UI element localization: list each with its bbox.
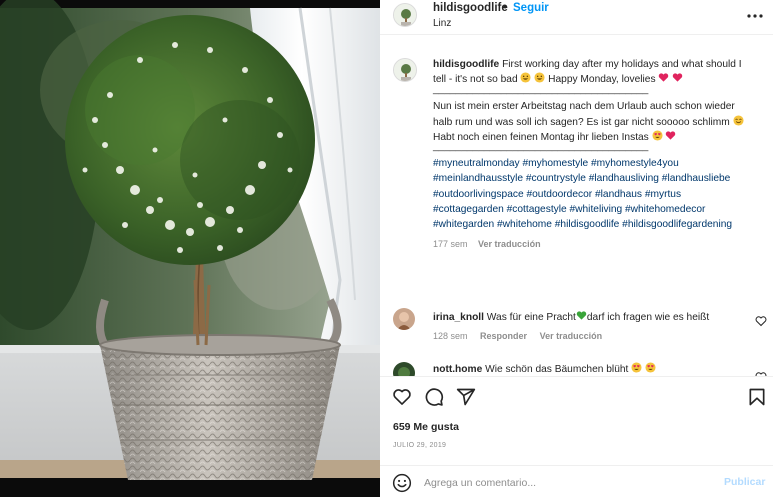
- heart-eyes-emoji-icon: [652, 130, 663, 141]
- post-date[interactable]: JULIO 29, 2019: [393, 442, 446, 449]
- heart-eyes-emoji-icon: [645, 362, 656, 373]
- comment-input[interactable]: [424, 474, 704, 491]
- post-actions: 659 Me gusta JULIO 29, 2019 Publicar: [380, 376, 773, 497]
- separator-dot: •: [503, 0, 508, 14]
- post-header: hildisgoodlife • Seguir Linz: [380, 0, 773, 35]
- comment-username[interactable]: nott.home: [433, 364, 482, 375]
- caption-time: 177 sem: [433, 238, 468, 249]
- likes-count[interactable]: 659 Me gusta: [393, 421, 459, 433]
- translate-button[interactable]: Ver traducción: [540, 331, 603, 341]
- post-author-username[interactable]: hildisgoodlife: [433, 2, 508, 14]
- bookmark-icon[interactable]: [747, 387, 767, 407]
- post-photo[interactable]: [0, 0, 380, 497]
- commenter-avatar[interactable]: [393, 308, 415, 330]
- profile-photo-icon: [393, 308, 415, 330]
- comment-username[interactable]: irina_knoll: [433, 312, 484, 323]
- caption-meta: 177 sem Ver traducción: [433, 237, 751, 252]
- follow-button[interactable]: Seguir: [513, 2, 549, 14]
- green-heart-emoji-icon: [576, 311, 587, 320]
- translate-button[interactable]: Ver traducción: [478, 239, 541, 249]
- post-details-panel: hildisgoodlife • Seguir Linz hildisgoodl…: [380, 0, 773, 497]
- avatar[interactable]: [393, 3, 417, 27]
- comment-time: 128 sem: [433, 331, 468, 341]
- red-heart-emoji-icon: [666, 131, 676, 140]
- comment-text: Wie schön das Bäumchen blüht: [485, 364, 629, 375]
- publish-button[interactable]: Publicar: [724, 476, 765, 488]
- red-heart-emoji-icon: [659, 73, 669, 83]
- like-comment-heart-icon[interactable]: [755, 315, 767, 327]
- caption-username[interactable]: hildisgoodlife: [433, 59, 499, 70]
- red-heart-emoji-icon: [673, 73, 683, 83]
- post-location[interactable]: Linz: [433, 18, 451, 29]
- reply-button[interactable]: Responder: [480, 331, 527, 341]
- caption-hashtags[interactable]: #myneutralmonday #myhomestyle #myhomesty…: [433, 156, 751, 233]
- comment-body: irina_knoll Was für eine Pracht darf ich …: [433, 310, 733, 325]
- profile-photo-icon: [393, 362, 415, 376]
- comment-icon[interactable]: [424, 387, 444, 407]
- comments-section[interactable]: hildisgoodlife First working day after m…: [380, 36, 773, 376]
- share-icon[interactable]: [456, 387, 476, 407]
- profile-photo-icon: [394, 4, 416, 26]
- caption-avatar[interactable]: [393, 58, 417, 82]
- comment-text: Was für eine Pracht: [486, 312, 576, 323]
- smiling-face-emoji-icon: [733, 115, 744, 126]
- caption-divider: ______________________________________: [433, 83, 649, 95]
- heart-eyes-emoji-icon: [631, 362, 642, 373]
- caption-divider: ______________________________________: [433, 141, 649, 153]
- commenter-avatar[interactable]: [393, 362, 415, 376]
- post-caption: hildisgoodlife First working day after m…: [433, 57, 751, 252]
- comment-text-end: darf ich fragen wie es heißt: [586, 312, 710, 323]
- add-comment-bar: Publicar: [380, 465, 773, 497]
- comment-meta: 128 sem Responder Ver traducción: [433, 331, 612, 341]
- comment-body: nott.home Wie schön das Bäumchen blüht: [433, 362, 733, 376]
- profile-photo-icon: [394, 59, 416, 81]
- emoji-picker-icon[interactable]: [392, 473, 412, 493]
- caption-text-de: Nun ist mein erster Arbeitstag nach dem …: [433, 101, 735, 128]
- myrtle-tree-photo: [0, 0, 380, 497]
- more-options-icon[interactable]: [745, 6, 765, 26]
- heart-icon[interactable]: [392, 387, 412, 407]
